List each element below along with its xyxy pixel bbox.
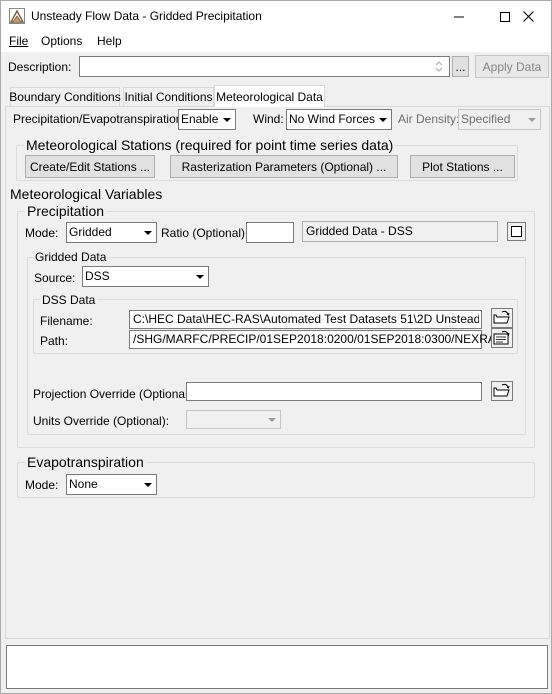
- tab-initial-conditions[interactable]: Initial Conditions: [123, 87, 214, 106]
- precip-status-box: Gridded Data - DSS: [302, 221, 498, 242]
- minimize-button[interactable]: [436, 1, 482, 32]
- menu-help-label: Help: [97, 34, 122, 48]
- ratio-label: Ratio (Optional):: [161, 226, 249, 240]
- message-area: [6, 645, 548, 689]
- precip-mode-label: Mode:: [25, 226, 59, 240]
- precipitation-group-title: Precipitation: [25, 203, 107, 219]
- et-mode-select[interactable]: None: [66, 474, 157, 495]
- path-value: /SHG/MARFC/PRECIP/01SEP2018:0200/01SEP20…: [133, 332, 508, 346]
- precip-mode-select[interactable]: Gridded: [66, 222, 157, 243]
- projection-override-label: Projection Override (Optional):: [33, 387, 196, 401]
- chevron-down-icon: [218, 110, 235, 129]
- apply-data-button[interactable]: Apply Data: [475, 55, 549, 78]
- projection-override-input[interactable]: [186, 382, 482, 401]
- menu-file[interactable]: File: [9, 34, 28, 48]
- chevron-down-icon: [523, 110, 540, 129]
- chevron-down-icon: [139, 475, 156, 494]
- tab-boundary-conditions[interactable]: Boundary Conditions: [9, 87, 121, 106]
- source-select[interactable]: DSS: [82, 266, 209, 287]
- filename-value: C:\HEC Data\HEC-RAS\Automated Test Datas…: [133, 312, 479, 326]
- plot-stations-button[interactable]: Plot Stations ...: [410, 155, 515, 178]
- precip-status-text: Gridded Data - DSS: [306, 224, 413, 238]
- path-label: Path:: [40, 334, 69, 348]
- chevron-down-icon: [374, 110, 391, 129]
- precip-et-label: Precipitation/Evapotranspiration:: [13, 112, 186, 126]
- app-icon: [9, 8, 25, 24]
- minimize-icon: [454, 16, 464, 17]
- main-window: Unsteady Flow Data - Gridded Precipitati…: [0, 0, 552, 694]
- precip-plot-button[interactable]: [507, 222, 526, 241]
- description-label: Description:: [8, 60, 72, 74]
- description-spinner[interactable]: [432, 59, 446, 74]
- menu-file-label: File: [9, 34, 29, 48]
- close-button[interactable]: [505, 1, 551, 32]
- spinner-arrows-icon: [435, 61, 443, 72]
- units-override-select[interactable]: [186, 410, 281, 429]
- create-edit-stations-button[interactable]: Create/Edit Stations ...: [25, 155, 155, 178]
- chevron-down-icon: [191, 267, 208, 286]
- et-mode-label: Mode:: [25, 478, 59, 492]
- window-title: Unsteady Flow Data - Gridded Precipitati…: [31, 9, 262, 23]
- window-icon: [511, 226, 522, 237]
- air-density-select[interactable]: Specified: [458, 109, 541, 130]
- evapotranspiration-title: Evapotranspiration: [25, 454, 146, 470]
- menu-bar: File Options Help: [1, 32, 551, 52]
- menu-options-label: Options: [41, 34, 83, 48]
- wind-value: No Wind Forces: [289, 112, 376, 126]
- chevron-down-icon: [139, 223, 156, 242]
- chevron-down-icon: [263, 411, 280, 428]
- precip-et-value: Enable: [181, 112, 219, 126]
- air-density-label: Air Density:: [398, 112, 460, 126]
- precip-et-select[interactable]: Enable: [178, 109, 236, 130]
- met-variables-title: Meteorological Variables: [10, 186, 163, 202]
- menu-options[interactable]: Options: [41, 34, 82, 48]
- stations-group-title: Meteorological Stations (required for po…: [24, 137, 396, 153]
- tab-meteorological-data[interactable]: Meteorological Data: [214, 85, 325, 107]
- wind-select[interactable]: No Wind Forces: [286, 109, 392, 130]
- title-bar: Unsteady Flow Data - Gridded Precipitati…: [1, 1, 551, 32]
- gridded-data-title: Gridded Data: [33, 250, 109, 264]
- air-density-value: Specified: [461, 112, 511, 126]
- menu-help[interactable]: Help: [97, 34, 122, 48]
- filename-label: Filename:: [40, 314, 93, 328]
- dss-path-browse-icon[interactable]: [491, 328, 513, 348]
- source-label: Source:: [34, 271, 76, 285]
- rasterization-parameters-button[interactable]: Rasterization Parameters (Optional) ...: [170, 155, 398, 178]
- description-ellipsis-button[interactable]: ...: [452, 56, 469, 77]
- ratio-input[interactable]: [246, 222, 294, 243]
- units-override-label: Units Override (Optional):: [33, 414, 170, 428]
- et-mode-value: None: [69, 477, 98, 491]
- open-folder-icon[interactable]: [491, 308, 513, 328]
- dss-data-title: DSS Data: [40, 293, 98, 307]
- source-value: DSS: [85, 269, 110, 283]
- description-input[interactable]: [79, 56, 450, 77]
- projection-open-folder-icon[interactable]: [491, 381, 513, 401]
- close-icon: [522, 11, 534, 22]
- path-input[interactable]: /SHG/MARFC/PRECIP/01SEP2018:0200/01SEP20…: [129, 330, 508, 349]
- wind-label: Wind:: [253, 112, 284, 126]
- filename-input[interactable]: C:\HEC Data\HEC-RAS\Automated Test Datas…: [129, 310, 482, 329]
- precip-mode-value: Gridded: [69, 225, 112, 239]
